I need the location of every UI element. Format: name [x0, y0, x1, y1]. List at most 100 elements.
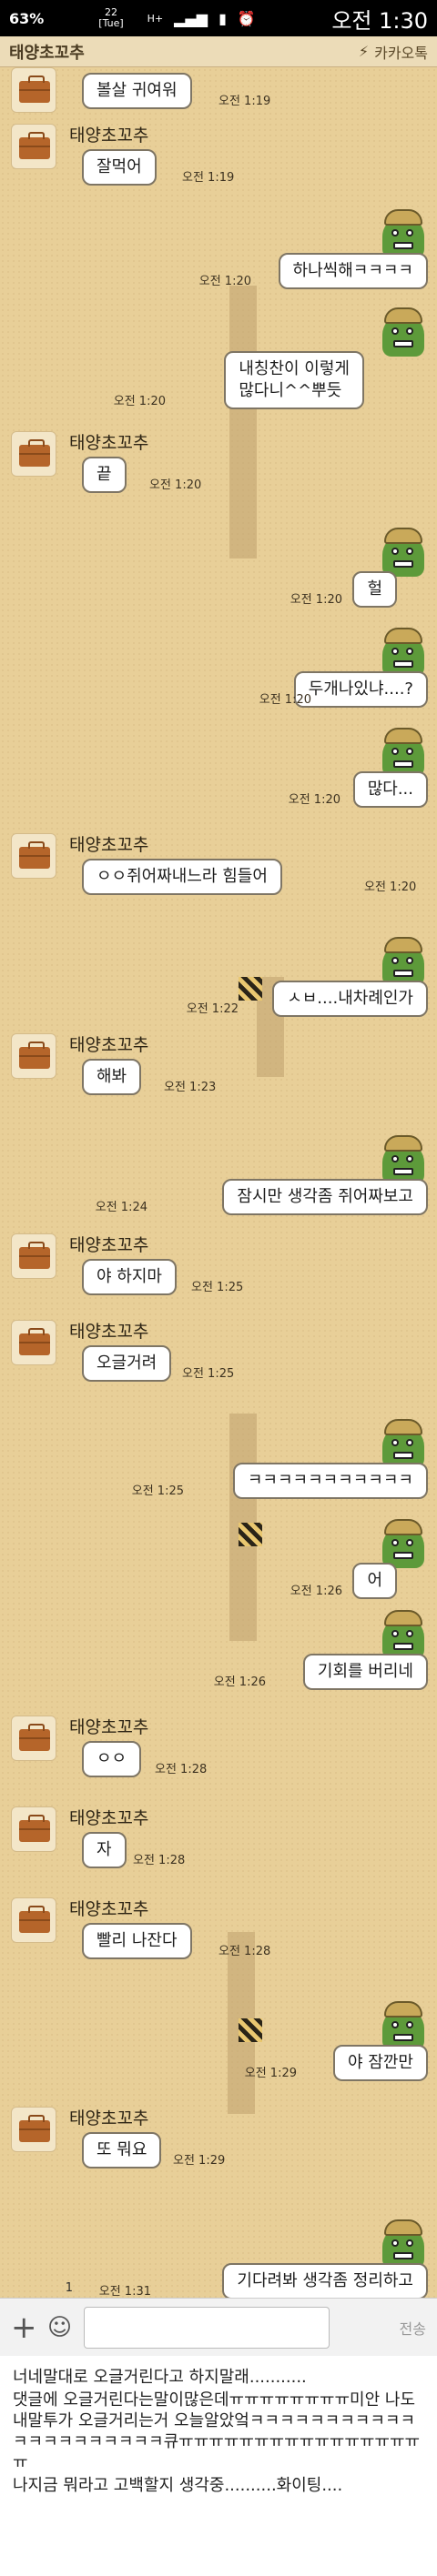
message-bubble[interactable]: 헐	[352, 571, 397, 608]
avatar-helmet	[384, 307, 422, 324]
battery-icon: ▮	[218, 9, 227, 27]
friend-avatar[interactable]	[11, 67, 56, 113]
message-bubble[interactable]: 어	[352, 1563, 397, 1599]
system-icons: H+ ▂▄▆ ▮ ⏰	[147, 10, 256, 27]
avatar-eye	[391, 1630, 399, 1637]
avatar-eye	[406, 1539, 413, 1546]
message-bubble[interactable]: 많다...	[352, 771, 428, 808]
message-bubble[interactable]: 내칭찬이 이렇게 많다니^^뿌듯	[224, 351, 364, 409]
message-time: 오전 1:26	[290, 1585, 342, 1598]
my-avatar[interactable]	[375, 1132, 428, 1184]
message-time: 오전 1:20	[113, 395, 166, 408]
my-avatar[interactable]	[375, 1415, 428, 1468]
message-bubble[interactable]: 하나씩해ㅋㅋㅋㅋ	[278, 253, 428, 289]
message-bubble[interactable]: 빨리 나잔다	[82, 1923, 192, 1959]
message-time: 오전 1:25	[182, 1367, 235, 1381]
avatar-mouth	[393, 2252, 413, 2259]
friend-avatar[interactable]	[11, 431, 56, 477]
avatar-eye	[391, 1439, 399, 1446]
avatar-eye	[406, 748, 413, 755]
my-avatar[interactable]	[375, 1515, 428, 1568]
message-time: 오전 1:26	[213, 1675, 266, 1689]
avatar-eye	[406, 548, 413, 555]
message-bubble[interactable]: 야 잠깐만	[333, 2045, 428, 2081]
sender-name: 태양초꼬추	[69, 1035, 149, 1055]
avatar-eye	[391, 2239, 399, 2247]
message-time: 오전 1:28	[218, 1945, 271, 1958]
avatar-helmet	[384, 1419, 422, 1435]
my-avatar[interactable]	[375, 624, 428, 677]
alarm-icon: ⏰	[237, 9, 256, 27]
message-bubble[interactable]: 잠시만 생각좀 쥐어짜보고	[222, 1179, 428, 1215]
my-avatar[interactable]	[375, 724, 428, 777]
message-bubble[interactable]: 야 하지마	[82, 1259, 177, 1295]
message-bubble[interactable]: 끝	[82, 457, 127, 493]
avatar-eye	[406, 327, 413, 335]
message-bubble[interactable]: 해봐	[82, 1059, 142, 1095]
emoticon-icon[interactable]: ☺	[47, 2314, 84, 2341]
message-bubble[interactable]: 잘먹어	[82, 149, 157, 186]
briefcase-icon	[19, 1815, 50, 1842]
avatar-mouth	[393, 1643, 413, 1650]
status-clock: 오전 1:30	[331, 7, 428, 34]
my-avatar[interactable]	[375, 206, 428, 258]
caption-line: 너네말대로 오글거린다고 하지말래...........	[13, 2368, 307, 2387]
friend-avatar[interactable]	[11, 1716, 56, 1761]
my-avatar[interactable]	[375, 933, 428, 986]
my-avatar[interactable]	[375, 1997, 428, 2050]
friend-avatar[interactable]	[11, 2107, 56, 2152]
friend-avatar[interactable]	[11, 1897, 56, 1943]
avatar-eye	[406, 229, 413, 236]
friend-avatar[interactable]	[11, 1033, 56, 1079]
plus-icon[interactable]: +	[11, 2309, 47, 2346]
post-caption: 너네말대로 오글거린다고 하지말래........... 댓글에 오글거린다는말…	[0, 2356, 437, 2576]
unread-count: 1	[65, 2281, 73, 2295]
avatar-helmet	[384, 1135, 422, 1152]
sender-name: 태양초꼬추	[69, 1717, 149, 1737]
message-bubble[interactable]: 또 뭐요	[82, 2132, 162, 2168]
my-avatar[interactable]	[375, 2216, 428, 2269]
friend-avatar[interactable]	[11, 1320, 56, 1365]
avatar-mouth	[393, 560, 413, 568]
message-bubble[interactable]: ㅇㅇ	[82, 1741, 142, 1777]
my-avatar[interactable]	[375, 524, 428, 577]
message-bubble[interactable]: 기다려봐 생각좀 정리하고	[222, 2263, 428, 2298]
briefcase-icon	[19, 1242, 50, 1269]
message-bubble[interactable]: ㅅㅂ....내차례인가	[272, 981, 428, 1017]
message-bubble[interactable]: 볼살 귀여워	[82, 73, 192, 109]
message-bubble[interactable]: ㅋㅋㅋㅋㅋㅋㅋㅋㅋㅋㅋ	[232, 1463, 428, 1499]
briefcase-icon	[19, 439, 50, 467]
friend-avatar[interactable]	[11, 1806, 56, 1852]
friend-avatar[interactable]	[11, 124, 56, 169]
avatar-mouth	[393, 660, 413, 668]
message-time: 오전 1:25	[191, 1281, 244, 1294]
avatar-eye	[391, 1539, 399, 1546]
briefcase-icon	[19, 1906, 50, 1933]
hazard-stripe-decoration	[239, 977, 262, 1001]
hazard-stripe-decoration	[239, 2018, 262, 2042]
message-bubble[interactable]: 오글거려	[82, 1345, 172, 1382]
message-bubble[interactable]: 두개나있냐....?	[293, 671, 428, 708]
sender-name: 태양초꼬추	[69, 835, 149, 855]
avatar-eye	[406, 1630, 413, 1637]
avatar-eye	[406, 2239, 413, 2247]
avatar-eye	[391, 957, 399, 964]
date-weekday: [Tue]	[98, 17, 124, 29]
avatar-helmet	[384, 1519, 422, 1535]
message-bubble[interactable]: ㅇㅇ쥐어짜내느라 힘들어	[82, 859, 282, 895]
avatar-eye	[406, 957, 413, 964]
caption-line: 댓글에 오글거린다는말이많은데ㅠㅠㅠㅠㅠㅠㅠㅠ미안 나도 내말투가 오글거리는거…	[13, 2390, 421, 2472]
chat-message-list[interactable]: 볼살 귀여워 오전 1:19 태양초꼬추 잘먹어 오전 1:19 하나씩해ㅋㅋㅋㅋ 오전 1…	[0, 67, 437, 2298]
message-time: 오전 1:24	[95, 1201, 147, 1214]
avatar-eye	[406, 1155, 413, 1162]
send-button[interactable]: 전송	[400, 2317, 426, 2339]
friend-avatar[interactable]	[11, 1233, 56, 1279]
avatar-helmet	[384, 528, 422, 544]
my-avatar[interactable]	[375, 1606, 428, 1659]
message-input[interactable]	[84, 2306, 330, 2349]
message-time: 오전 1:29	[244, 2067, 297, 2080]
message-bubble[interactable]: 자	[82, 1832, 127, 1868]
my-avatar[interactable]	[375, 304, 428, 357]
message-bubble[interactable]: 기회를 버리네	[302, 1654, 428, 1690]
friend-avatar[interactable]	[11, 833, 56, 879]
